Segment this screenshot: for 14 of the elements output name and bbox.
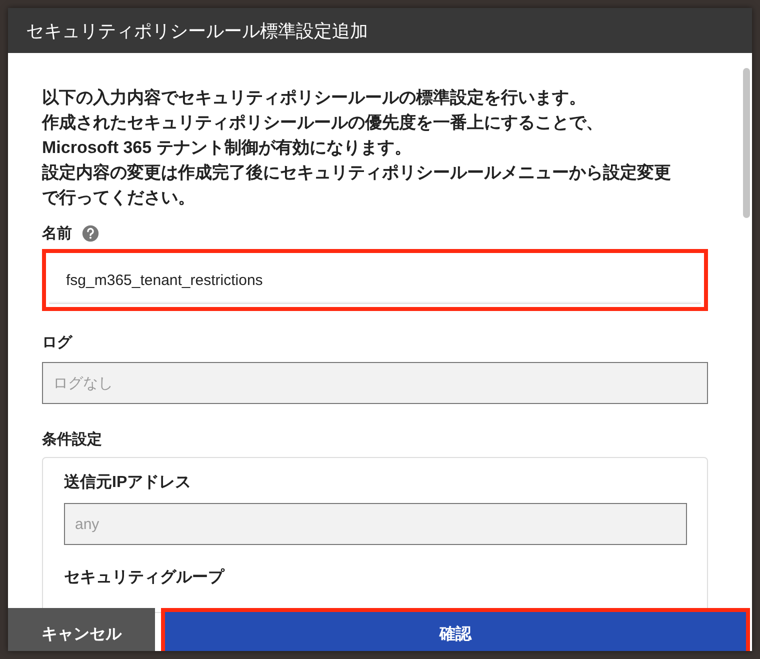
- description-line: 作成されたセキュリティポリシールールの優先度を一番上にすることで、: [42, 112, 604, 134]
- dialog-title: セキュリティポリシールール標準設定追加: [8, 8, 752, 53]
- input-field[interactable]: fsg_m365_tenant_restrictions: [42, 249, 708, 311]
- scrollbar[interactable]: [743, 68, 750, 218]
- confirm-button[interactable]: 確認: [161, 608, 750, 651]
- help-icon[interactable]: [82, 225, 99, 242]
- description-line: Microsoft 365 テナント制御が有効になります。: [42, 137, 412, 159]
- field-label: 送信元IPアドレス: [64, 472, 192, 493]
- description-line: 以下の入力内容でセキュリティポリシールールの標準設定を行います。: [42, 87, 587, 109]
- field-label: 名前: [42, 224, 72, 243]
- section-label: 条件設定: [42, 430, 102, 449]
- field-label: セキュリティグループ: [64, 567, 224, 588]
- description-line: 設定内容の変更は作成完了後にセキュリティポリシールールメニューから設定変更で行ってください。: [42, 162, 672, 209]
- field-label: ログ: [42, 333, 72, 352]
